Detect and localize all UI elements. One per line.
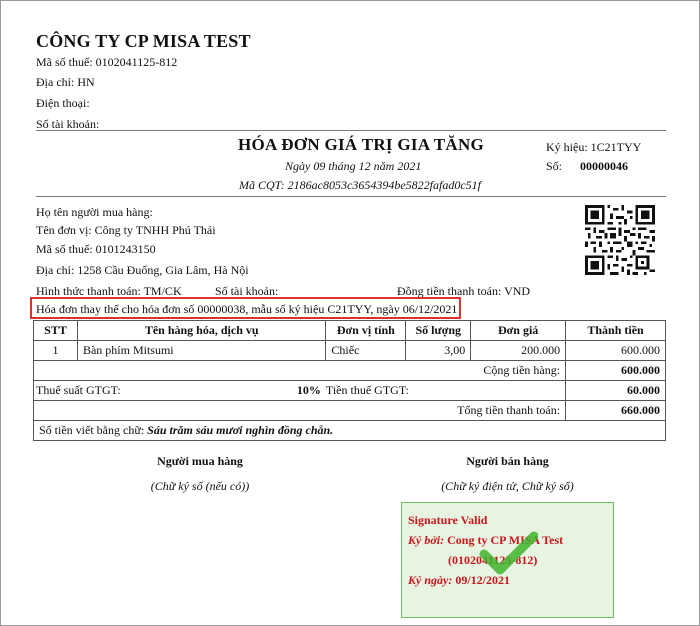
buyer-unit: Tên đơn vị: Công ty TNHH Phú Thái (36, 223, 216, 237)
vat-rate-label: Thuế suất GTGT: (36, 383, 121, 397)
header-amount: Thành tiền (565, 320, 666, 341)
signed-by-label: Ký bởi: (408, 533, 445, 547)
checkmark-icon (479, 531, 538, 575)
table-header-row: STT Tên hàng hóa, dịch vụ Đơn vị tính Số… (33, 320, 666, 341)
subtotal-value: 600.000 (565, 360, 666, 381)
buyer-signature-block: Người mua hàng (Chữ ký số (nếu có)) (110, 454, 290, 494)
vat-amount-label: Tiền thuế GTGT: (325, 380, 567, 401)
items-table: STT Tên hàng hóa, dịch vụ Đơn vị tính Số… (32, 320, 666, 441)
total-label: Tổng tiền thanh toán: (32, 400, 567, 421)
qr-code-icon (585, 205, 655, 275)
header-item-name: Tên hàng hóa, dịch vụ (76, 320, 327, 341)
row-unit-price: 200.000 (470, 340, 567, 361)
seller-signature-note: (Chữ ký điện tử, Chữ ký số) (441, 479, 574, 493)
signed-date-label: Ký ngày: (408, 573, 453, 587)
row-unit: Chiếc (325, 340, 407, 361)
replacement-note-highlight (30, 297, 461, 319)
vat-row: Thuế suất GTGT: 10% Tiền thuế GTGT: 60.0… (32, 380, 666, 401)
signed-date-value: 09/12/2021 (455, 573, 510, 587)
invoice-cqt-code: Mã CQT: 2186ac8053c3654394be5822fafad0c5… (239, 178, 481, 192)
total-value: 660.000 (565, 400, 666, 421)
subtotal-row: Cộng tiền hàng: 600.000 (32, 360, 666, 381)
invoice-number-label: Số: (546, 159, 563, 173)
buyer-name: Họ tên người mua hàng: (36, 205, 153, 219)
signature-status: Signature Valid (408, 513, 488, 527)
seller-company-name: CÔNG TY CP MISA TEST (36, 31, 251, 51)
subtotal-label: Cộng tiền hàng: (32, 360, 567, 381)
row-item-name: Bàn phím Mitsumi (76, 340, 327, 361)
invoice-date: Ngày 09 tháng 12 năm 2021 (285, 159, 422, 173)
total-row: Tổng tiền thanh toán: 660.000 (32, 400, 666, 421)
header-unit-price: Đơn giá (470, 320, 567, 341)
buyer-tax-code: Mã số thuế: 0101243150 (36, 242, 156, 256)
buyer-signature-title: Người mua hàng (157, 454, 243, 468)
title-divider (36, 196, 666, 197)
vat-rate-value: 10% (296, 383, 321, 397)
row-quantity: 3,00 (405, 340, 472, 361)
header-divider (36, 130, 666, 131)
table-row: 1 Bàn phím Mitsumi Chiếc 3,00 200.000 60… (33, 340, 666, 361)
buyer-signature-note: (Chữ ký số (nếu có)) (150, 479, 250, 493)
header-stt: STT (33, 320, 78, 341)
invoice-title: HÓA ĐƠN GIÁ TRỊ GIA TĂNG (238, 135, 485, 154)
seller-phone: Điện thoại: (36, 96, 90, 110)
vat-amount-value: 60.000 (565, 380, 666, 401)
in-words-value: Sáu trăm sáu mươi nghìn đồng chẵn. (147, 423, 334, 437)
invoice-number: 00000046 (580, 159, 628, 173)
seller-signature-title: Người bán hàng (466, 454, 549, 468)
invoice-symbol: Ký hiệu: 1C21TYY (546, 140, 642, 154)
buyer-address: Địa chỉ: 1258 Cầu Đuống, Gia Lâm, Hà Nội (36, 263, 249, 277)
header-unit: Đơn vị tính (325, 320, 407, 341)
seller-signature-block: Người bán hàng (Chữ ký điện tử, Chữ ký s… (415, 454, 600, 494)
seller-tax-code: Mã số thuế: 0102041125-812 (36, 55, 178, 69)
header-quantity: Số lượng (405, 320, 472, 341)
in-words-label: Số tiền viết bằng chữ: (39, 423, 145, 437)
row-amount: 600.000 (565, 340, 666, 361)
seller-address: Địa chỉ: HN (36, 75, 95, 89)
in-words-row: Số tiền viết bằng chữ: Sáu trăm sáu mươi… (33, 420, 666, 441)
row-stt: 1 (33, 340, 78, 361)
